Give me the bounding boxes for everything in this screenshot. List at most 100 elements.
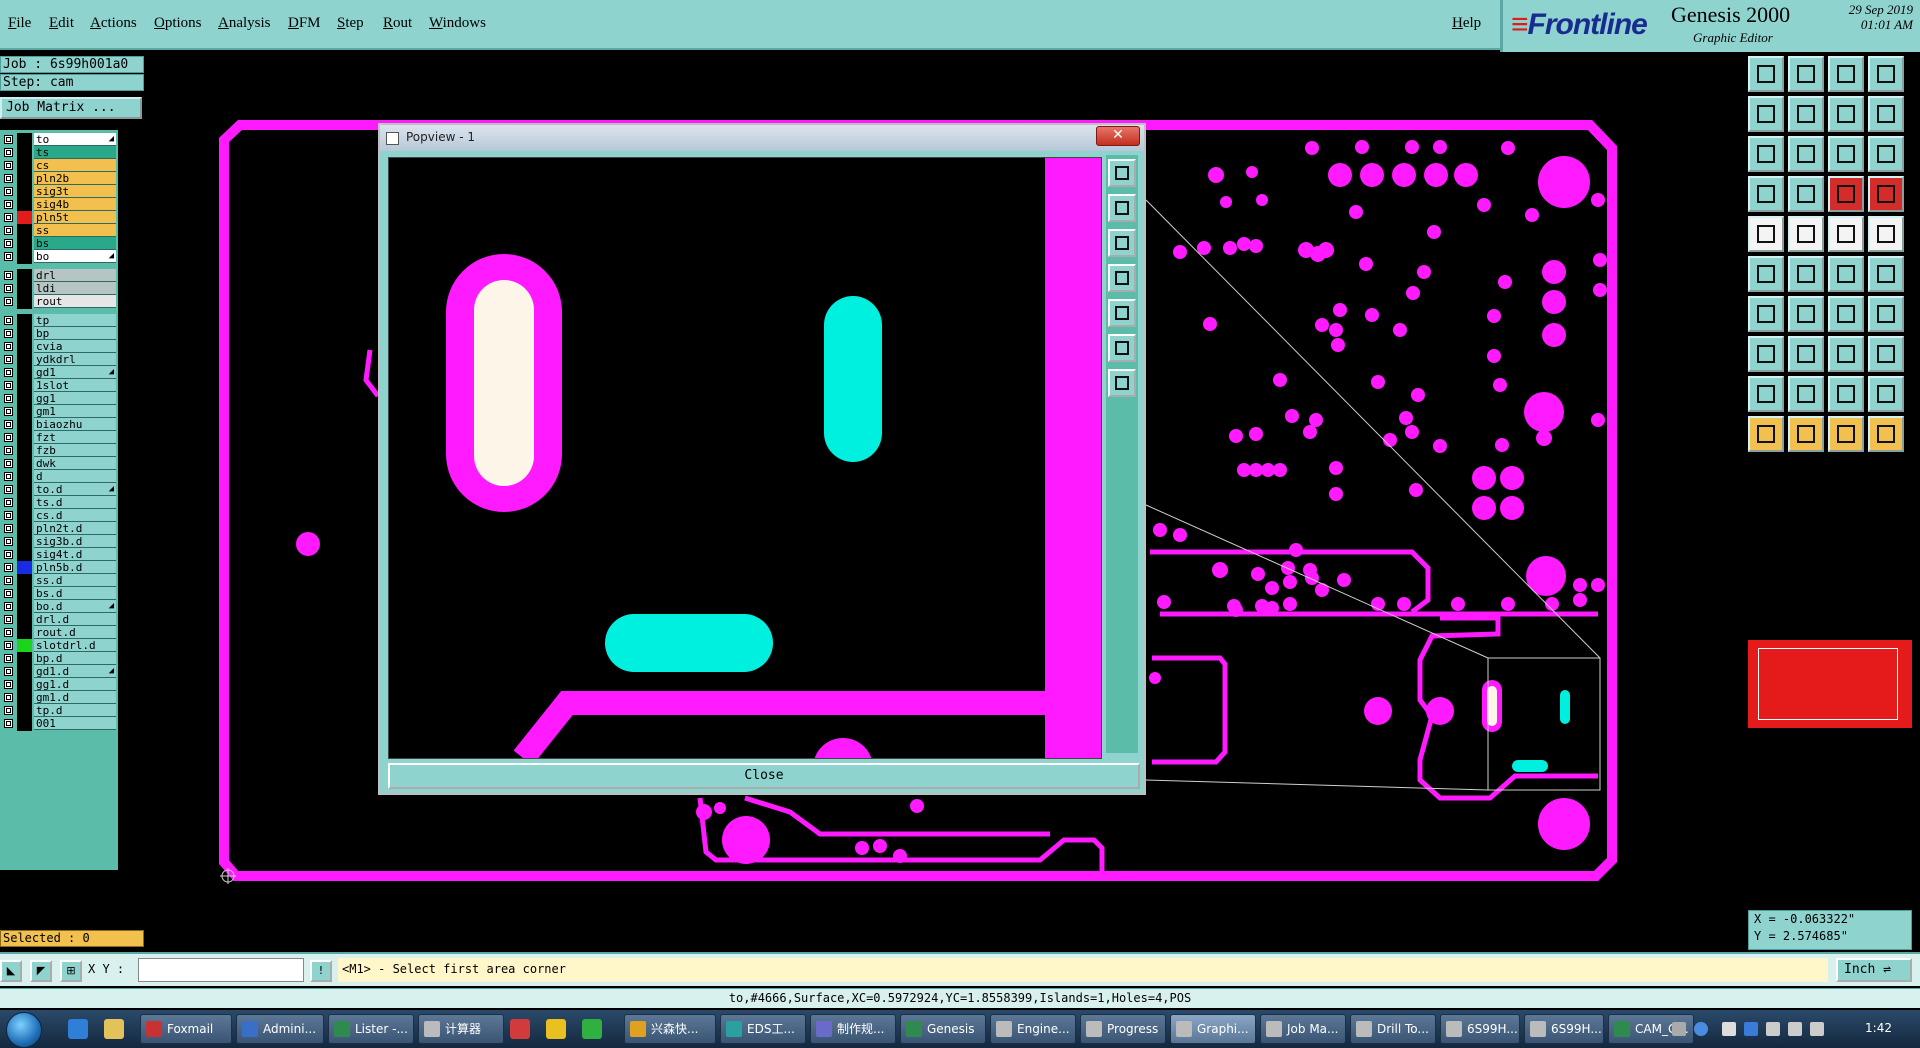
snap-mode-button[interactable]: ◣ bbox=[0, 960, 22, 982]
ie-icon[interactable] bbox=[68, 1019, 88, 1039]
layer-checkbox[interactable] bbox=[4, 706, 13, 715]
menu-help[interactable]: Help bbox=[1452, 15, 1481, 32]
layer-row-ldi[interactable]: ldi bbox=[2, 282, 116, 296]
layer-row-ss[interactable]: ss bbox=[2, 224, 116, 238]
layer-row-bs[interactable]: bs bbox=[2, 237, 116, 251]
layer-name[interactable]: ydkdrl bbox=[34, 353, 116, 366]
layer-checkbox[interactable] bbox=[4, 148, 13, 157]
layer-row-gd1-d[interactable]: gd1.d ◢ bbox=[2, 665, 116, 679]
connect-button[interactable] bbox=[1748, 256, 1784, 292]
layer-name[interactable]: sig3t bbox=[34, 185, 116, 198]
layer-name[interactable]: ts bbox=[34, 146, 116, 159]
arc-draw-button[interactable] bbox=[1788, 296, 1824, 332]
layer-checkbox[interactable] bbox=[4, 667, 13, 676]
layer-row-dwk[interactable]: dwk bbox=[2, 457, 116, 471]
menu-actions[interactable]: Actions bbox=[90, 15, 137, 32]
layer-name[interactable]: gg1 bbox=[34, 392, 116, 405]
layer-name[interactable]: pln5t bbox=[34, 211, 116, 224]
select-window-button[interactable] bbox=[1828, 416, 1864, 452]
menu-file[interactable]: File bbox=[8, 15, 31, 32]
redraw-button[interactable] bbox=[1868, 96, 1904, 132]
layer-name[interactable]: gd1 ◢ bbox=[34, 366, 116, 379]
layer-checkbox[interactable] bbox=[4, 135, 13, 144]
line-draw-button[interactable] bbox=[1748, 296, 1784, 332]
layer-name[interactable]: bo ◢ bbox=[34, 250, 116, 263]
keyboard-icon[interactable] bbox=[1672, 1022, 1686, 1036]
app-icon-a[interactable] bbox=[510, 1019, 530, 1039]
layer-name[interactable]: sig4t.d bbox=[34, 548, 116, 561]
layer-name[interactable]: gm1 bbox=[34, 405, 116, 418]
layer-name[interactable]: bp bbox=[34, 327, 116, 340]
taskbar-item[interactable]: Drill To... bbox=[1350, 1014, 1436, 1044]
snap-button[interactable] bbox=[1748, 176, 1784, 212]
taskbar-item[interactable]: 制作规... bbox=[810, 1014, 896, 1044]
layer-row-gm1[interactable]: gm1 bbox=[2, 405, 116, 419]
layer-row-d[interactable]: d bbox=[2, 470, 116, 484]
select-pointer-button[interactable] bbox=[1748, 416, 1784, 452]
taskbar-item[interactable]: 6S99H... bbox=[1524, 1014, 1604, 1044]
layer-name[interactable]: bp.d bbox=[34, 652, 116, 665]
triangle-d-button[interactable] bbox=[1868, 376, 1904, 412]
layer-checkbox[interactable] bbox=[4, 252, 13, 261]
taskbar-item[interactable]: Genesis bbox=[900, 1014, 986, 1044]
layer-row-001[interactable]: 001 bbox=[2, 717, 116, 731]
taskbar-item[interactable]: Admini... bbox=[236, 1014, 324, 1044]
taskbar-item[interactable]: Progress bbox=[1080, 1014, 1166, 1044]
layer-name[interactable]: fzb bbox=[34, 444, 116, 457]
layer-row-pln5b-d[interactable]: pln5b.d bbox=[2, 561, 116, 575]
delete-button[interactable] bbox=[1788, 256, 1824, 292]
popview-canvas[interactable] bbox=[388, 157, 1102, 759]
layer-row-pln2b[interactable]: pln2b bbox=[2, 172, 116, 186]
popview-pan-down-button[interactable] bbox=[1108, 229, 1136, 257]
layer-checkbox[interactable] bbox=[4, 239, 13, 248]
popview-pan-right-button[interactable] bbox=[1108, 299, 1136, 327]
menu-dfm[interactable]: DFM bbox=[288, 15, 321, 32]
triangle-c-button[interactable] bbox=[1828, 376, 1864, 412]
select-net-button[interactable] bbox=[1868, 416, 1904, 452]
taskbar-item[interactable]: Graphi... bbox=[1170, 1014, 1256, 1044]
layer-row-to-d[interactable]: to.d ◢ bbox=[2, 483, 116, 497]
flag-icon[interactable] bbox=[1810, 1022, 1824, 1036]
layer-row-cvia[interactable]: cvia bbox=[2, 340, 116, 354]
start-button[interactable] bbox=[6, 1012, 42, 1048]
layer-row-gg1-d[interactable]: gg1.d bbox=[2, 678, 116, 692]
taskbar-item[interactable]: 兴森快... bbox=[624, 1014, 716, 1044]
layer-checkbox[interactable] bbox=[4, 161, 13, 170]
layer-row-1slot[interactable]: 1slot bbox=[2, 379, 116, 393]
network-icon[interactable] bbox=[1766, 1022, 1780, 1036]
layer-checkbox[interactable] bbox=[4, 537, 13, 546]
window-close-button[interactable]: ✕ bbox=[1096, 126, 1140, 146]
layer-name[interactable]: pln2b bbox=[34, 172, 116, 185]
app-icon-c[interactable] bbox=[582, 1019, 602, 1039]
menu-analysis[interactable]: Analysis bbox=[218, 15, 271, 32]
layer-name[interactable]: rout.d bbox=[34, 626, 116, 639]
units-selector[interactable]: Inch ⇌ bbox=[1836, 958, 1912, 982]
layer-row-gm1-d[interactable]: gm1.d bbox=[2, 691, 116, 705]
cut-button[interactable] bbox=[1788, 336, 1824, 372]
layer-row-sig3b-d[interactable]: sig3b.d bbox=[2, 535, 116, 549]
taskbar-item[interactable]: 计算器 bbox=[418, 1014, 504, 1044]
menu-edit[interactable]: Edit bbox=[49, 15, 74, 32]
layer-checkbox[interactable] bbox=[4, 602, 13, 611]
layer-checkbox[interactable] bbox=[4, 329, 13, 338]
layer-checkbox[interactable] bbox=[4, 524, 13, 533]
layer-checkbox[interactable] bbox=[4, 576, 13, 585]
layer-name[interactable]: cs bbox=[34, 159, 116, 172]
explorer-icon[interactable] bbox=[104, 1019, 124, 1039]
home-button[interactable] bbox=[1828, 56, 1864, 92]
layer-name[interactable]: bs bbox=[34, 237, 116, 250]
clip-button[interactable] bbox=[1828, 336, 1864, 372]
taskbar-item[interactable]: Lister -... bbox=[328, 1014, 414, 1044]
layer-name[interactable]: pln5b.d bbox=[34, 561, 116, 574]
layer-name[interactable]: tp bbox=[34, 314, 116, 327]
layer-checkbox[interactable] bbox=[4, 433, 13, 442]
layer-name[interactable]: ts.d bbox=[34, 496, 116, 509]
add-line-button[interactable] bbox=[1788, 216, 1824, 252]
layer-checkbox[interactable] bbox=[4, 719, 13, 728]
layer-checkbox[interactable] bbox=[4, 615, 13, 624]
measure-red-button[interactable] bbox=[1828, 176, 1864, 212]
layer-name[interactable]: gg1.d bbox=[34, 678, 116, 691]
layer-name[interactable]: biaozhu bbox=[34, 418, 116, 431]
layer-name[interactable]: to ◢ bbox=[34, 133, 116, 146]
layer-row-bs-d[interactable]: bs.d bbox=[2, 587, 116, 601]
